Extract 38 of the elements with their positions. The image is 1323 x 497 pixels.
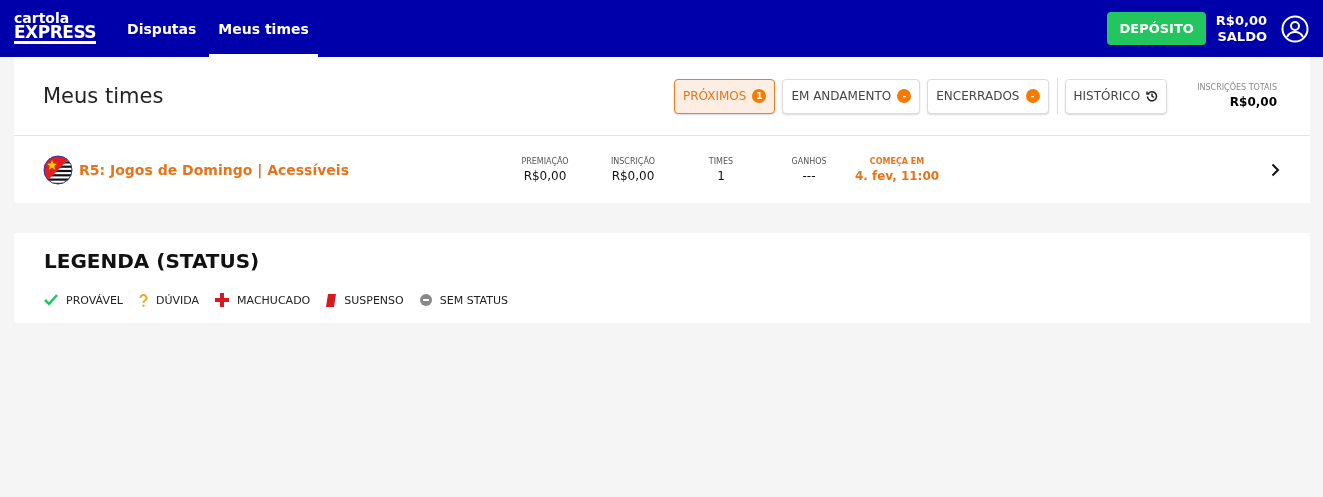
legend-label: DÚVIDA: [156, 293, 200, 307]
stat-value: 1: [717, 168, 725, 183]
logo[interactable]: cartola EXPRESS: [14, 12, 97, 45]
filter-tab[interactable]: ENCERRADOS -: [927, 78, 1049, 114]
filter-tab[interactable]: HISTÓRICO: [1064, 78, 1168, 114]
totals-value: R$0,00: [1229, 95, 1277, 109]
balance-amount: R$0,00: [1215, 12, 1267, 29]
count-badge: -: [1025, 89, 1040, 103]
check-icon: [44, 294, 58, 306]
flag-icon: [43, 154, 73, 185]
card-icon: [326, 293, 337, 307]
balance-label: SALDO: [1217, 28, 1267, 45]
nav-tab[interactable]: Disputas: [118, 0, 206, 57]
stat-label: TIMES: [708, 156, 734, 166]
totals-label: INSCRIÇÕES TOTAIS: [1197, 83, 1277, 92]
stat-label: INSCRIÇÃO: [610, 156, 656, 166]
stat-value: ---: [802, 168, 816, 183]
stat-label: GANHOS: [791, 156, 827, 166]
filter-tab[interactable]: EM ANDAMENTO -: [782, 78, 921, 114]
chevron-right-icon[interactable]: [1271, 162, 1280, 177]
question-icon: [139, 293, 148, 307]
legend-label: MACHUCADO: [237, 293, 311, 307]
history-icon: [1146, 90, 1159, 102]
stat-label: COMEÇA EM: [869, 156, 925, 166]
legend-label: PROVÁVEL: [66, 293, 123, 307]
minus-circle-icon: [419, 294, 432, 306]
stat-value: R$0,00: [523, 168, 567, 183]
user-icon[interactable]: [1281, 14, 1309, 43]
cross-icon: [215, 293, 230, 307]
stat-value: 4. fev, 11:00: [854, 168, 940, 183]
page-title: Meus times: [43, 84, 165, 108]
stat-label: PREMIAÇÃO: [521, 156, 569, 166]
count-badge: 1: [752, 89, 767, 103]
stat-value: R$0,00: [611, 168, 655, 183]
count-badge: -: [897, 89, 912, 103]
legend-title: LEGENDA (STATUS): [44, 249, 261, 273]
legend-label: SUSPENSO: [344, 293, 404, 307]
legend-label: SEM STATUS: [439, 293, 508, 307]
